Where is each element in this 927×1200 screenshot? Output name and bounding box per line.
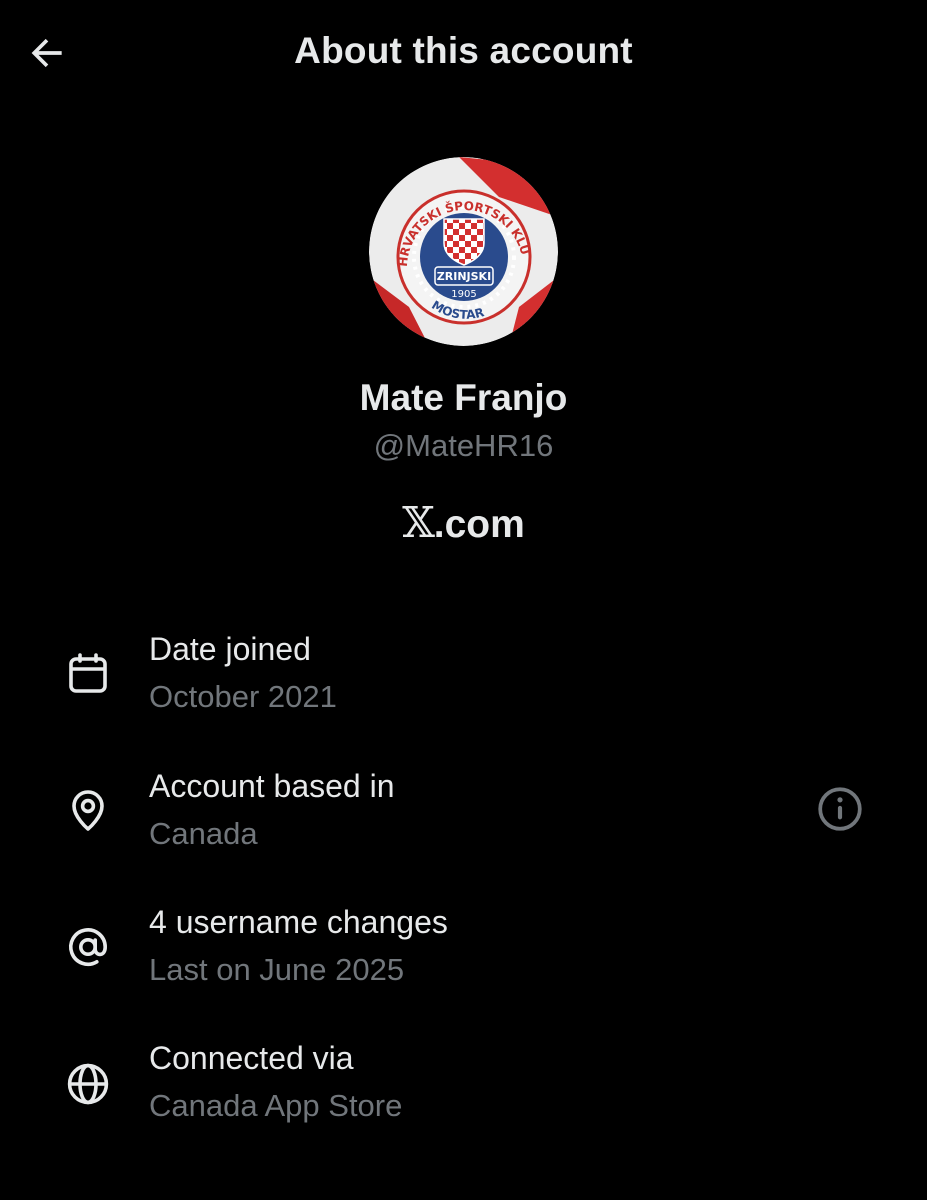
- detail-label: Date joined: [149, 631, 311, 667]
- crest-year-text: 1905: [451, 289, 476, 300]
- detail-row-date-joined: Date joined October 2021: [0, 625, 927, 735]
- detail-row-username-changes: 4 username changes Last on June 2025: [0, 898, 927, 1008]
- crest-center-text: ZRINJSKI: [437, 270, 491, 283]
- x-logo-icon: 𝕏: [402, 498, 435, 547]
- location-pin-icon: [60, 782, 116, 838]
- avatar[interactable]: ZRINJSKI 1905 HRVATSKI ŠPORTSKI KLUB MOS…: [369, 157, 558, 346]
- detail-label: 4 username changes: [149, 904, 448, 940]
- detail-value: Last on June 2025: [149, 952, 405, 987]
- info-button[interactable]: [812, 781, 868, 837]
- top-bar: About this account: [0, 0, 927, 106]
- info-circle-icon: [818, 787, 862, 831]
- detail-value: Canada App Store: [149, 1088, 403, 1123]
- detail-value: Canada: [149, 816, 258, 851]
- platform-domain: .com: [433, 503, 525, 546]
- globe-icon: [60, 1056, 116, 1112]
- detail-row-connected-via: Connected via Canada App Store: [0, 1034, 927, 1144]
- detail-value: October 2021: [149, 679, 337, 714]
- user-handle: @MateHR16: [373, 428, 554, 463]
- calendar-icon: [60, 646, 116, 702]
- club-crest-image: ZRINJSKI 1905 HRVATSKI ŠPORTSKI KLUB MOS…: [369, 157, 558, 346]
- at-sign-icon: [60, 919, 116, 975]
- detail-label: Connected via: [149, 1040, 354, 1076]
- platform-label: 𝕏.com: [0, 498, 927, 547]
- page-title: About this account: [294, 30, 633, 71]
- detail-row-account-based-in: Account based in Canada: [0, 762, 927, 872]
- detail-label: Account based in: [149, 768, 395, 804]
- display-name: Mate Franjo: [359, 377, 568, 418]
